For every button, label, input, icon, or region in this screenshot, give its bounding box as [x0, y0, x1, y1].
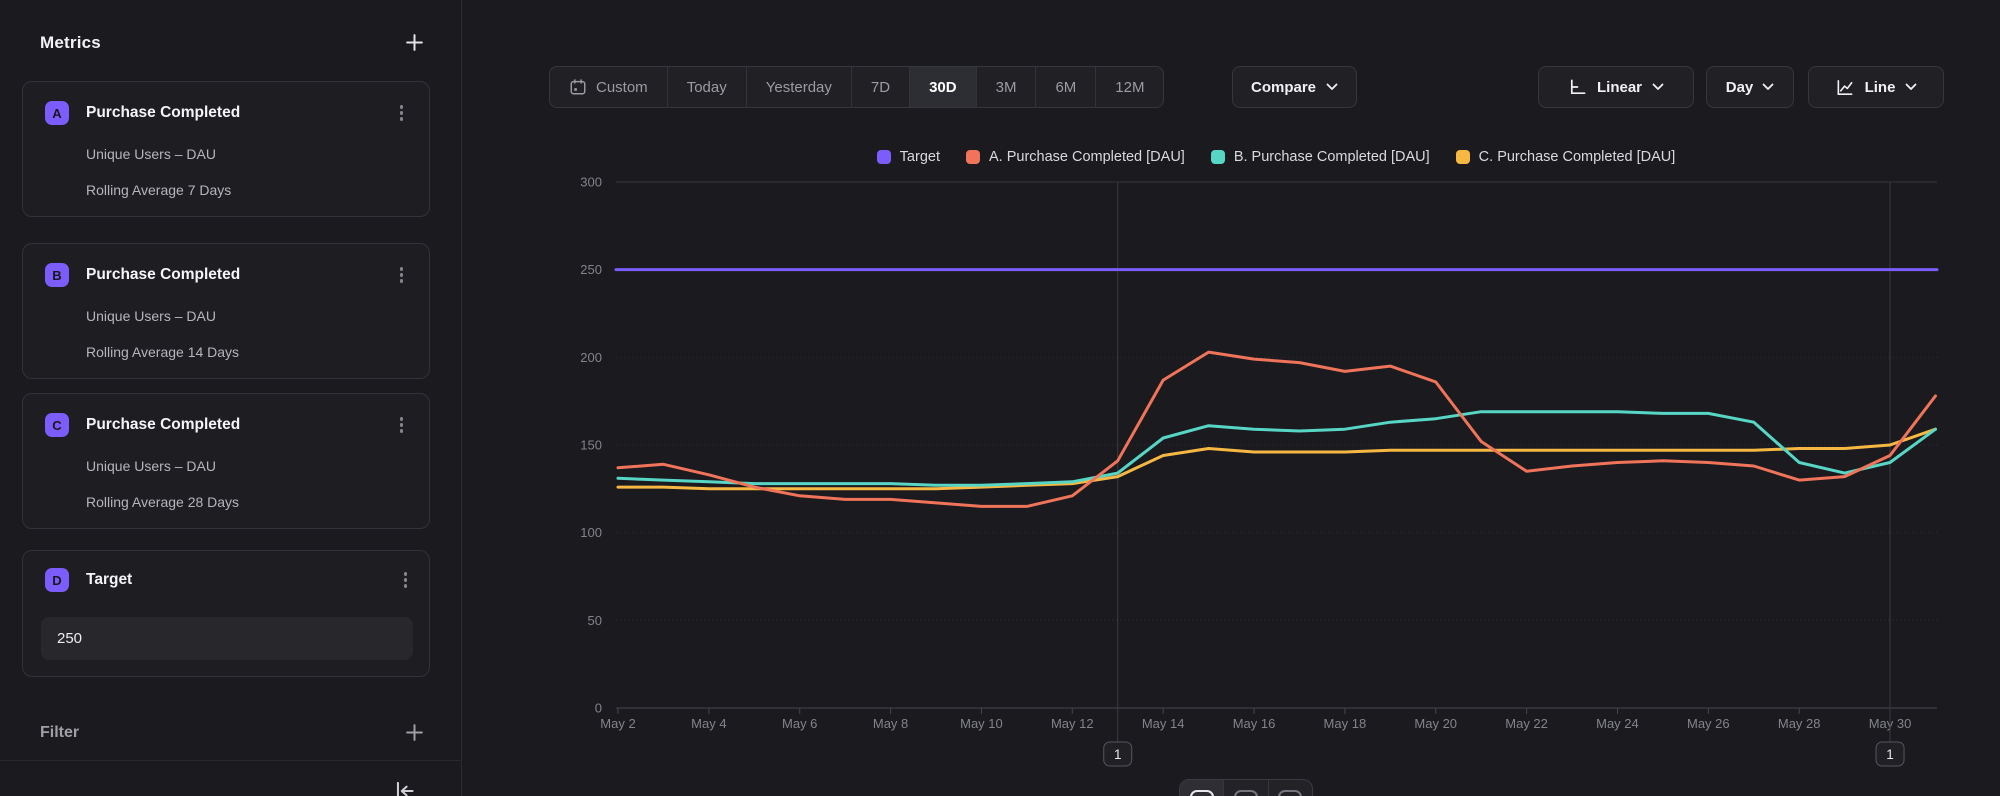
- y-axis-label: 250: [580, 262, 602, 277]
- metric-title: Purchase Completed: [86, 104, 396, 122]
- chart-style-option-2[interactable]: [1224, 780, 1268, 796]
- y-axis-label: 300: [580, 175, 602, 190]
- x-axis-label: May 14: [1142, 716, 1185, 731]
- metric-badge-c: C: [45, 413, 69, 437]
- series-line-b-purchase-completed-dau-: [618, 412, 1936, 486]
- target-title: Target: [86, 571, 400, 589]
- x-axis-label: May 24: [1596, 716, 1639, 731]
- target-value-input[interactable]: [41, 617, 413, 660]
- chart-style-option-3[interactable]: [1269, 780, 1312, 796]
- add-metric-button[interactable]: [404, 32, 425, 53]
- chart-style-icon: [1278, 790, 1302, 796]
- filter-section: Filter: [40, 722, 425, 743]
- y-axis-label: 0: [595, 701, 602, 716]
- metric-menu-button[interactable]: [396, 413, 408, 437]
- collapse-left-icon: [392, 778, 418, 796]
- metric-measure: Unique Users – DAU: [86, 458, 407, 474]
- x-axis-label: May 22: [1505, 716, 1548, 731]
- annotation-badge-label: 1: [1114, 747, 1122, 762]
- metric-card-c[interactable]: C Purchase Completed Unique Users – DAU …: [22, 393, 430, 529]
- x-axis-label: May 28: [1778, 716, 1821, 731]
- metric-badge-d: D: [45, 568, 69, 592]
- chart-style-icon: [1190, 790, 1214, 796]
- y-axis-label: 150: [580, 438, 602, 453]
- sidebar-header: Metrics: [40, 32, 425, 53]
- collapse-sidebar-button[interactable]: [392, 778, 418, 796]
- annotation-badge-label: 1: [1886, 747, 1894, 762]
- chart-panel: CustomTodayYesterday7D30D3M6M12M Compare…: [462, 0, 2000, 796]
- chart-style-option-1[interactable]: [1180, 780, 1224, 796]
- metric-badge-b: B: [45, 263, 69, 287]
- metric-menu-button[interactable]: [396, 101, 408, 125]
- x-axis-label: May 2: [600, 716, 635, 731]
- x-axis-label: May 16: [1233, 716, 1276, 731]
- x-axis-label: May 20: [1414, 716, 1457, 731]
- metric-card-b[interactable]: B Purchase Completed Unique Users – DAU …: [22, 243, 430, 379]
- plus-icon: [404, 722, 425, 743]
- add-filter-button[interactable]: [404, 722, 425, 743]
- line-chart: 0 50 100 150 200 250 300 May 2 May 4 May 6 May 8 Ma…: [462, 0, 2000, 796]
- metric-transform: Rolling Average 28 Days: [86, 494, 407, 510]
- metric-transform: Rolling Average 7 Days: [86, 182, 407, 198]
- x-axis-label: May 26: [1687, 716, 1730, 731]
- metric-menu-button[interactable]: [396, 263, 408, 287]
- filter-label: Filter: [40, 724, 79, 742]
- chart-style-icon: [1234, 790, 1258, 796]
- x-axis-label: May 8: [873, 716, 908, 731]
- x-axis-label: May 10: [960, 716, 1003, 731]
- y-axis-label: 50: [588, 613, 602, 628]
- x-axis-label: May 6: [782, 716, 817, 731]
- metric-badge-a: A: [45, 101, 69, 125]
- sidebar-title: Metrics: [40, 33, 101, 53]
- plus-icon: [404, 32, 425, 53]
- sidebar-divider: [0, 760, 462, 761]
- metric-transform: Rolling Average 14 Days: [86, 344, 407, 360]
- target-card[interactable]: D Target: [22, 550, 430, 677]
- y-axis-label: 100: [580, 525, 602, 540]
- x-axis-label: May 12: [1051, 716, 1094, 731]
- chart-style-switcher: [1179, 779, 1313, 796]
- metric-card-a[interactable]: A Purchase Completed Unique Users – DAU …: [22, 81, 430, 217]
- metric-title: Purchase Completed: [86, 266, 396, 284]
- metrics-sidebar: Metrics A Purchase Completed Unique User…: [0, 0, 462, 796]
- series-line-c-purchase-completed-dau-: [618, 429, 1936, 489]
- y-axis-label: 200: [580, 350, 602, 365]
- x-axis-label: May 4: [691, 716, 726, 731]
- target-menu-button[interactable]: [400, 568, 412, 592]
- metric-measure: Unique Users – DAU: [86, 308, 407, 324]
- metric-title: Purchase Completed: [86, 416, 396, 434]
- metric-measure: Unique Users – DAU: [86, 146, 407, 162]
- x-axis-label: May 18: [1324, 716, 1367, 731]
